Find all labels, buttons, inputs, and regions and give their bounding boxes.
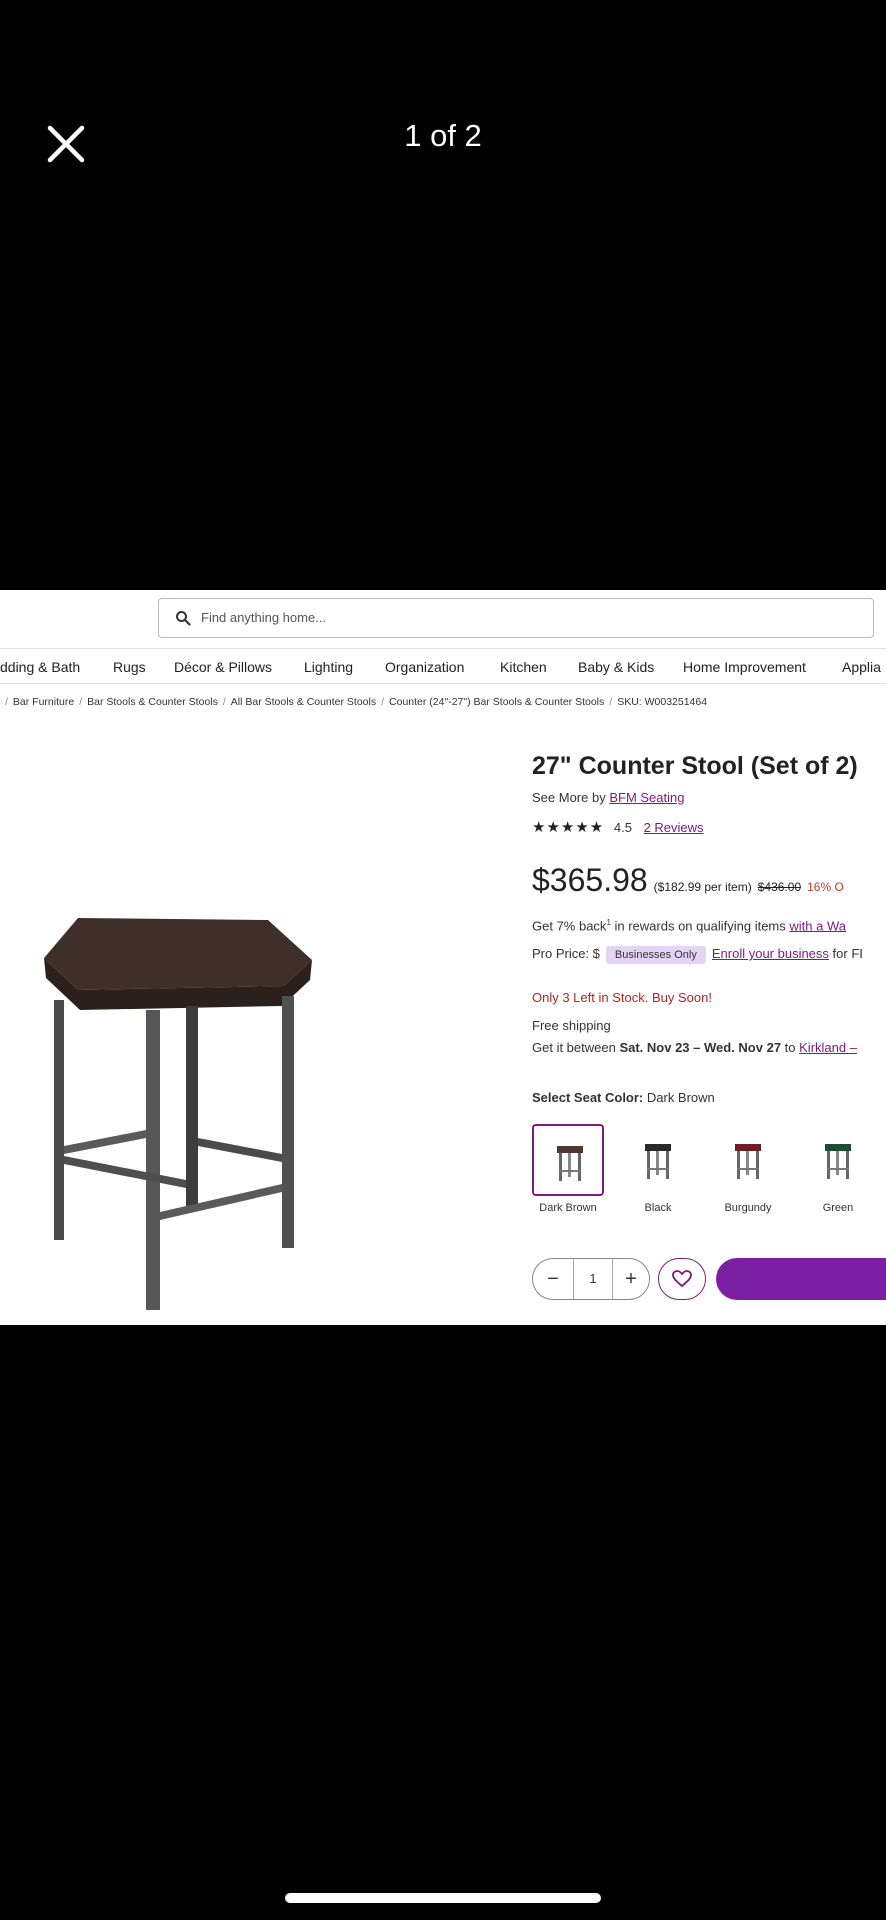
quantity-value[interactable]: 1: [573, 1259, 613, 1299]
swatch-label: Green: [822, 1202, 854, 1214]
rewards-link[interactable]: with a Wa: [789, 918, 846, 933]
nav-item-home-improvement[interactable]: Home Improvement: [683, 659, 806, 675]
rewards-row: Get 7% back1 in rewards on qualifying it…: [532, 918, 846, 933]
shipping-info: Free shipping: [532, 1018, 611, 1033]
search-icon: [176, 611, 191, 626]
brand-link[interactable]: BFM Seating: [609, 790, 684, 805]
original-price: $436.00: [757, 880, 802, 894]
swatch-label: Burgundy: [724, 1202, 772, 1214]
nav-item-baby-kids[interactable]: Baby & Kids: [578, 659, 654, 675]
stool-swatch-icon: [735, 1144, 761, 1179]
stool-swatch-icon: [825, 1144, 851, 1179]
pro-price-row: Pro Price: $ Businesses Only Enroll your b…: [532, 946, 863, 964]
see-more-by: See More by BFM Seating: [532, 790, 684, 805]
category-nav: dding & Bath Rugs Décor & Pillows Lighti…: [0, 648, 886, 684]
reviews-link[interactable]: 2 Reviews: [644, 820, 704, 835]
delivery-info: Get it between Sat. Nov 23 – Wed. Nov 27…: [532, 1040, 857, 1055]
swatch-label: Black: [644, 1202, 672, 1214]
rating-value: 4.5: [613, 820, 632, 835]
stool-swatch-icon: [557, 1146, 583, 1181]
stock-status: Only 3 Left in Stock. Buy Soon!: [532, 990, 712, 1005]
breadcrumb-item[interactable]: All Bar Stools & Counter Stools: [231, 696, 376, 708]
rating-row: ★★★★★ 4.5 2 Reviews: [532, 818, 704, 836]
quantity-stepper: − 1 +: [532, 1258, 650, 1300]
pro-price-label: Pro Price: $: [532, 946, 600, 961]
product-image[interactable]: [36, 910, 316, 1325]
nav-item-organization[interactable]: Organization: [385, 659, 464, 675]
add-to-cart-button[interactable]: [716, 1258, 886, 1300]
delivery-dates: Sat. Nov 23 – Wed. Nov 27: [619, 1040, 782, 1055]
per-item-price: ($182.99 per item): [653, 880, 752, 894]
breadcrumb-item[interactable]: Bar Stools & Counter Stools: [87, 696, 218, 708]
nav-item-appliances[interactable]: Applia: [842, 659, 881, 675]
see-more-prefix: See More by: [532, 790, 610, 805]
sku-label: SKU: W003251464: [617, 696, 708, 708]
stool-swatch-icon: [645, 1144, 671, 1179]
enroll-business-link[interactable]: Enroll your business: [712, 946, 829, 961]
price-row: $365.98 ($182.99 per item) $436.00 16% O: [532, 862, 844, 899]
breadcrumb: / Bar Furniture / Bar Stools & Counter Stoo…: [5, 696, 708, 708]
nav-item-decor-pillows[interactable]: Décor & Pillows: [174, 659, 272, 675]
seat-color-heading: Select Seat Color:: [532, 1090, 644, 1105]
product-title: 27" Counter Stool (Set of 2): [532, 752, 858, 780]
sale-price: $365.98: [532, 862, 648, 898]
swatch-burgundy[interactable]: [712, 1124, 784, 1196]
pro-price-suffix: for FI: [828, 946, 863, 961]
breadcrumb-item[interactable]: Counter (24"-27") Bar Stools & Counter S…: [389, 696, 604, 708]
rewards-text-mid: in rewards on qualifying items: [610, 918, 790, 934]
increase-quantity-button[interactable]: +: [611, 1259, 651, 1299]
star-rating-icon: ★★★★★: [532, 819, 605, 836]
swatch-green[interactable]: [802, 1124, 874, 1196]
swatch-label: Dark Brown: [539, 1202, 597, 1214]
nav-item-kitchen[interactable]: Kitchen: [500, 659, 547, 675]
swatch-dark-brown[interactable]: [532, 1124, 604, 1196]
nav-item-rugs[interactable]: Rugs: [113, 659, 146, 675]
screenshot-image: Find anything home... dding & Bath Rugs …: [0, 590, 886, 1325]
delivery-prefix: Get it between: [532, 1040, 620, 1055]
home-indicator[interactable]: [285, 1893, 601, 1903]
seat-color-value: Dark Brown: [643, 1090, 715, 1105]
search-input[interactable]: Find anything home...: [158, 598, 874, 638]
nav-item-bedding-bath[interactable]: dding & Bath: [0, 659, 80, 675]
discount-badge: 16% O: [807, 880, 844, 894]
favorite-button[interactable]: [658, 1258, 706, 1300]
seat-color-label: Select Seat Color: Dark Brown: [532, 1090, 715, 1105]
image-counter: 1 of 2: [404, 118, 482, 153]
swatch-black[interactable]: [622, 1124, 694, 1196]
delivery-to: to: [781, 1040, 800, 1055]
nav-item-lighting[interactable]: Lighting: [304, 659, 353, 675]
breadcrumb-item[interactable]: Bar Furniture: [13, 696, 74, 708]
delivery-location-link[interactable]: Kirkland –: [799, 1040, 857, 1055]
businesses-only-badge: Businesses Only: [605, 946, 706, 964]
viewer-header: 1 of 2: [0, 0, 886, 300]
rewards-text: Get 7% back: [532, 918, 607, 934]
search-placeholder: Find anything home...: [201, 610, 327, 625]
heart-icon: [672, 1270, 692, 1288]
decrease-quantity-button[interactable]: −: [533, 1259, 573, 1299]
